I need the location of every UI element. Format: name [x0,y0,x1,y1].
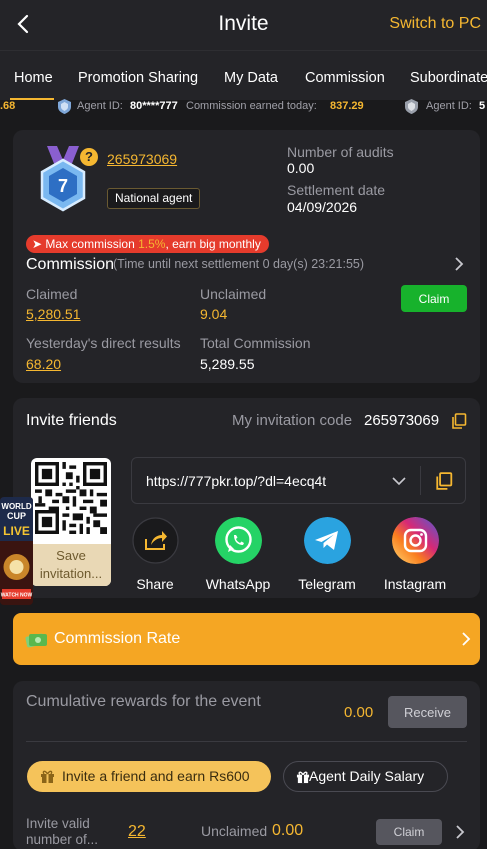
invite-earn-tab[interactable]: Invite a friend and earn Rs600 [27,761,271,792]
settlement-label: Settlement date [287,182,386,198]
shield-icon [58,99,71,114]
total-commission-label: Total Commission [200,335,311,351]
invite-link-field[interactable]: https://777pkr.top/?dl=4ecq4t [131,457,466,504]
yesterday-value[interactable]: 68.20 [26,356,61,372]
invitation-code: 265973069 [364,412,440,429]
chevron-right-icon[interactable] [454,824,466,840]
claimed-label: Claimed [26,286,78,302]
instagram-button[interactable]: Instagram [375,517,455,592]
divider [420,466,421,495]
ticker-agent-id: 5 [479,100,486,112]
whatsapp-button[interactable]: WhatsApp [198,517,278,592]
invite-friends-title: Invite friends [26,412,117,429]
qr-code-icon [35,462,107,534]
chevron-right-icon[interactable] [453,256,465,272]
invitation-code-label: My invitation code [232,412,353,429]
divider [26,741,467,742]
save-invitation-button[interactable]: Save invitation... [31,544,111,586]
share-icon [131,517,179,564]
shield-icon [405,99,418,114]
yesterday-label: Yesterday's direct results [26,335,181,351]
gift-icon [41,770,54,783]
max-commission-banner: ➤ Max commission 1.5%, earn big monthly [26,235,269,253]
level-number: 7 [58,176,68,196]
tab-commission[interactable]: Commission [305,70,385,86]
copy-link-icon[interactable] [435,472,453,490]
invite-link: https://777pkr.top/?dl=4ecq4t [146,473,327,489]
rewards-unclaimed-label: Unclaimed [201,823,268,839]
agent-level-badge: National agent [107,188,201,209]
cumulative-rewards-value: 0.00 [344,704,374,721]
commission-title: Commission [26,256,115,273]
whatsapp-icon [214,517,262,564]
cumulative-rewards-title: Cumulative rewards for the event [26,693,261,710]
tab-my-data[interactable]: My Data [224,70,278,86]
ticker-amount: .68 [0,100,16,112]
svg-text:CUP: CUP [7,511,26,521]
invite-qr-card[interactable]: Save invitation... [31,458,111,586]
commission-rate-label: Commission Rate [54,630,181,647]
top-bar: Invite Switch to PC [0,0,487,50]
rewards-card: Cumulative rewards for the event 0.00 Re… [13,681,480,849]
user-id[interactable]: 265973069 [107,151,177,167]
ticker-earned-value: 837.29 [330,100,364,112]
settlement-value: 04/09/2026 [287,199,358,215]
ticker-earned-label: Commission earned today: [186,100,317,112]
valid-invites-label: Invite valid number of... [26,816,99,847]
rewards-unclaimed-value: 0.00 [272,822,304,839]
ticker-agent-id: 80****777 [130,100,178,112]
claim-button[interactable]: Claim [401,285,467,312]
tab-home[interactable]: Home [14,70,53,86]
svg-text:WATCH NOW: WATCH NOW [1,593,33,599]
claimed-value[interactable]: 5,280.51 [26,306,81,322]
gift-icon [296,771,310,784]
telegram-button[interactable]: Telegram [287,517,367,592]
instagram-icon [391,517,439,564]
svg-text:LIVE: LIVE [3,524,30,538]
svg-text:WORLD: WORLD [1,502,31,511]
unclaimed-value: 9.04 [200,306,228,322]
unclaimed-label: Unclaimed [200,286,267,302]
total-commission-value: 5,289.55 [200,356,255,372]
audits-label: Number of audits [287,144,394,160]
ticker-agent-label: Agent ID: [426,100,472,112]
valid-invites-value[interactable]: 22 [128,823,146,841]
cash-icon [25,633,47,648]
receive-button[interactable]: Receive [388,696,467,728]
telegram-icon [303,517,351,564]
tab-promotion-sharing[interactable]: Promotion Sharing [78,70,198,86]
chevron-right-icon [462,632,471,646]
share-button[interactable]: Share [115,517,195,592]
megaphone-icon: ➤ [32,237,43,251]
world-cup-live-badge[interactable]: WORLD CUP LIVE WATCH NOW [0,497,33,605]
chevron-down-icon[interactable] [391,473,407,489]
help-icon[interactable]: ? [80,148,98,166]
tab-subordinate[interactable]: Subordinate [410,70,487,86]
agent-daily-salary-tab[interactable]: Agent Daily Salary [283,761,448,792]
switch-to-pc-link[interactable]: Switch to PC [389,15,481,33]
audits-value: 0.00 [287,160,315,176]
agent-card: 7 ? 265973069 National agent Number of a… [13,130,480,383]
settlement-timer: (Time until next settlement 0 day(s) 23:… [113,257,365,271]
ticker-agent-label: Agent ID: [77,100,123,112]
commission-rate-button[interactable]: Commission Rate [13,613,480,665]
copy-icon[interactable] [451,413,467,429]
rewards-claim-button[interactable]: Claim [376,819,442,845]
tab-bar: Home Promotion Sharing My Data Commissio… [0,50,487,100]
world-cup-banner-icon: WORLD CUP LIVE WATCH NOW [0,497,33,605]
invite-card: Invite friends My invitation code 265973… [13,398,480,598]
commission-ticker: .68 Agent ID: 80****777 Commission earne… [0,97,487,117]
